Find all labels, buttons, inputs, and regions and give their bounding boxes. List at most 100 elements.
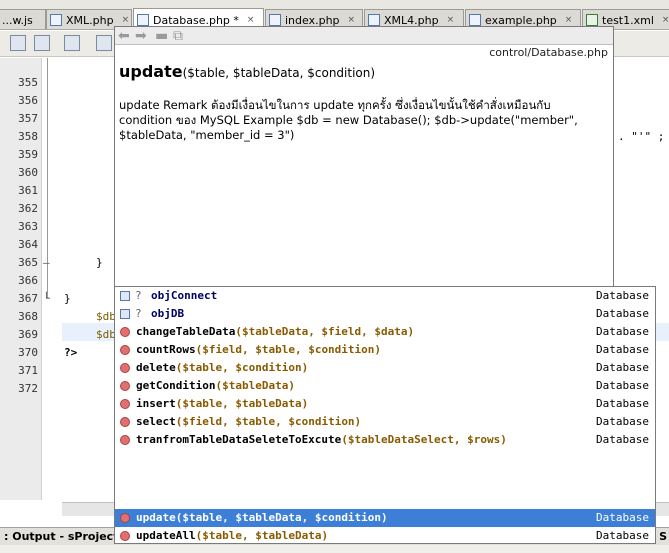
tab-label: test1.xml bbox=[602, 13, 654, 27]
completion-item-tranfromtabledataseletetoexcute[interactable]: tranfromTableDataSeleteToExcute($tableDa… bbox=[115, 431, 655, 449]
field-icon bbox=[120, 309, 130, 319]
completion-params: ($field, $table, $condition) bbox=[175, 415, 362, 428]
line-number: 372 bbox=[18, 382, 38, 395]
method-icon bbox=[120, 531, 130, 541]
method-icon bbox=[120, 381, 130, 391]
method-icon bbox=[120, 399, 130, 409]
fold-marker[interactable]: – bbox=[43, 256, 50, 269]
goto-source-icon[interactable]: ▬ bbox=[155, 27, 168, 45]
completion-owner: Database bbox=[596, 415, 649, 428]
back-arrow-icon[interactable]: ⬅ bbox=[118, 27, 130, 45]
tab-label: Database.php * bbox=[153, 13, 239, 27]
tab-label: XML.php bbox=[66, 13, 114, 27]
completion-name: update bbox=[136, 511, 176, 524]
line-number: 369 bbox=[18, 328, 38, 341]
method-icon bbox=[120, 513, 130, 523]
completion-params: ($table, $tableData) bbox=[175, 397, 309, 410]
php-file-icon bbox=[269, 14, 281, 26]
tab-label: XML4.php bbox=[384, 13, 439, 27]
completion-name: objConnect bbox=[151, 289, 218, 302]
completion-params: ($table, $tableData, $condition) bbox=[175, 511, 388, 524]
visibility-marker: ? bbox=[135, 307, 142, 320]
completion-signature: insert($table, $tableData) bbox=[136, 397, 308, 410]
completion-signature: changeTableData($tableData, $field, $dat… bbox=[136, 325, 414, 338]
completion-owner: Database bbox=[596, 343, 649, 356]
completion-item-changetabledata[interactable]: changeTableData($tableData, $field, $dat… bbox=[115, 323, 655, 341]
completion-name: objDB bbox=[151, 307, 185, 320]
method-icon bbox=[120, 345, 130, 355]
completion-item-objdb[interactable]: ? objDB Database bbox=[115, 305, 655, 323]
fold-marker[interactable]: └ bbox=[43, 292, 50, 305]
search-icon[interactable] bbox=[96, 35, 112, 51]
line-number: 362 bbox=[18, 202, 38, 215]
completion-item-countrows[interactable]: countRows($field, $table, $condition) Da… bbox=[115, 341, 655, 359]
tab-close-icon[interactable]: × bbox=[348, 15, 356, 25]
line-number: 371 bbox=[18, 364, 38, 377]
tab-close-icon[interactable]: × bbox=[565, 15, 573, 25]
completion-params: ($tableData, $field, $data) bbox=[235, 325, 415, 338]
documentation-popup: ⬅ ➡ ▬ ⧉ control/Database.php update($tab… bbox=[114, 26, 614, 323]
tab-close-icon[interactable]: × bbox=[447, 15, 455, 25]
tab-label: index.php bbox=[285, 13, 340, 27]
open-in-browser-icon[interactable]: ⧉ bbox=[173, 27, 183, 45]
doc-signature: update($table, $tableData, $condition) bbox=[119, 62, 375, 81]
line-number: 367 bbox=[18, 292, 38, 305]
completion-signature: select($field, $table, $condition) bbox=[136, 415, 361, 428]
tab-label: example.php bbox=[485, 13, 557, 27]
tab-close-icon[interactable]: × bbox=[247, 15, 255, 25]
back-history-icon[interactable] bbox=[10, 35, 26, 51]
completion-item-updateall[interactable]: updateAll($table, $tableData) Database bbox=[115, 527, 655, 543]
completion-item-delete[interactable]: delete($table, $condition) Database bbox=[115, 359, 655, 377]
completion-name: updateAll bbox=[136, 529, 196, 542]
completion-owner: Database bbox=[596, 361, 649, 374]
completion-item-objconnect[interactable]: ? objConnect Database bbox=[115, 287, 655, 305]
completion-item-insert[interactable]: insert($table, $tableData) Database bbox=[115, 395, 655, 413]
php-file-icon bbox=[469, 14, 481, 26]
line-number: 356 bbox=[18, 94, 38, 107]
code-completion-list[interactable]: ? objConnect Database ? objDB Database c… bbox=[114, 286, 656, 544]
completion-signature: delete($table, $condition) bbox=[136, 361, 308, 374]
completion-params: ($table, $tableData) bbox=[195, 529, 329, 542]
visibility-marker: ? bbox=[135, 289, 142, 302]
completion-params: ($table, $condition) bbox=[175, 361, 309, 374]
line-number: 361 bbox=[18, 184, 38, 197]
doc-function-params: ($table, $tableData, $condition) bbox=[182, 66, 376, 80]
completion-name: countRows bbox=[136, 343, 196, 356]
method-icon bbox=[120, 435, 130, 445]
completion-owner: Database bbox=[596, 325, 649, 338]
completion-owner: Database bbox=[596, 433, 649, 446]
tab-close-icon[interactable]: × bbox=[122, 15, 130, 25]
completion-signature: countRows($field, $table, $condition) bbox=[136, 343, 381, 356]
completion-owner: Database bbox=[596, 379, 649, 392]
field-icon bbox=[120, 291, 130, 301]
doc-file-path: control/Database.php bbox=[489, 46, 608, 59]
line-number-gutter: 355 356 357 358 359 360 361 362 363 364 … bbox=[0, 58, 42, 500]
tab-w-js[interactable]: ...w.js bbox=[0, 9, 46, 29]
completion-owner: Database bbox=[596, 307, 649, 320]
line-number: 359 bbox=[18, 148, 38, 161]
line-number: 360 bbox=[18, 166, 38, 179]
completion-item-update-selected[interactable]: update($table, $tableData, $condition) D… bbox=[115, 509, 655, 527]
last-edit-icon[interactable] bbox=[34, 35, 50, 51]
forward-arrow-icon[interactable]: ➡ bbox=[135, 27, 147, 45]
status-bar bbox=[0, 545, 669, 553]
completion-params: ($field, $table, $condition) bbox=[195, 343, 382, 356]
completion-name: select bbox=[136, 415, 176, 428]
line-number: 363 bbox=[18, 220, 38, 233]
completion-name: getCondition bbox=[136, 379, 216, 392]
doc-popup-toolbar: ⬅ ➡ ▬ ⧉ bbox=[115, 27, 613, 45]
line-number: 365 bbox=[18, 256, 38, 269]
tab-close-icon[interactable]: × bbox=[662, 15, 669, 25]
code-line-365: } bbox=[96, 256, 103, 269]
doc-description: update Remark ต้องมีเงื่อนไขในการ update… bbox=[119, 98, 578, 142]
doc-function-name: update bbox=[119, 62, 183, 81]
completion-signature: updateAll($table, $tableData) bbox=[136, 529, 328, 542]
completion-item-getcondition[interactable]: getCondition($tableData) Database bbox=[115, 377, 655, 395]
completion-item-select[interactable]: select($field, $table, $condition) Datab… bbox=[115, 413, 655, 431]
completion-owner: Database bbox=[596, 529, 649, 542]
code-line-367: } bbox=[64, 292, 71, 305]
completion-owner: Database bbox=[596, 289, 649, 302]
forward-history-icon[interactable] bbox=[64, 35, 80, 51]
line-number: 370 bbox=[18, 346, 38, 359]
code-line-368: $db bbox=[96, 310, 116, 323]
